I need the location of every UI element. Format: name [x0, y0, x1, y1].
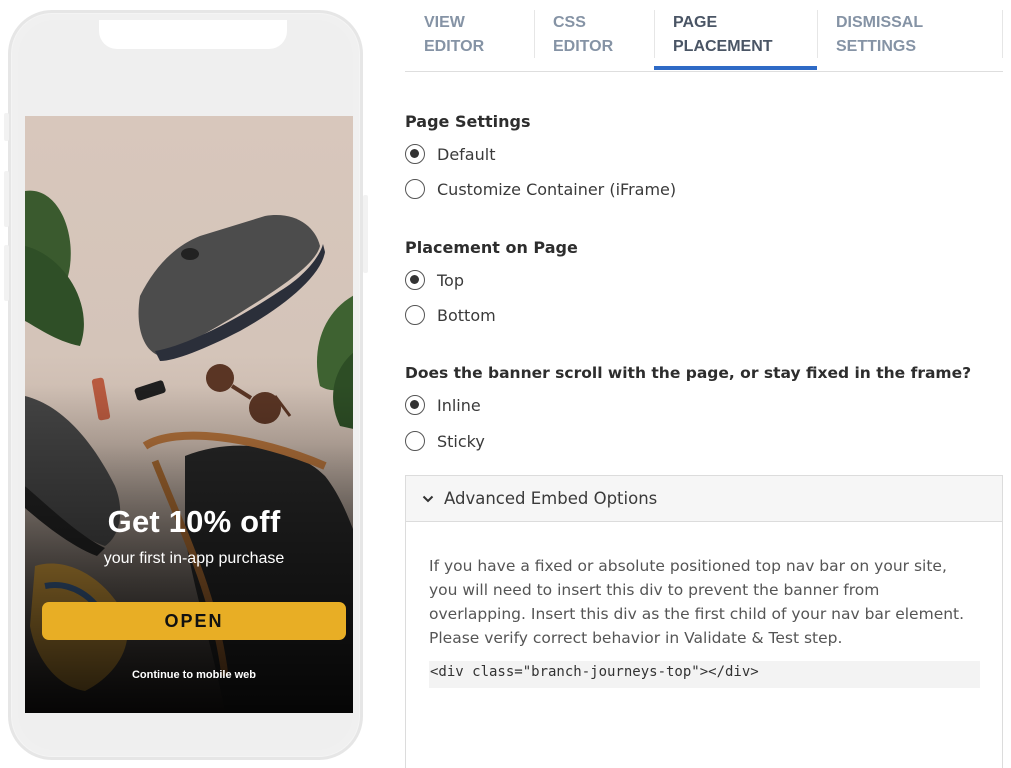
active-tab-indicator	[654, 66, 817, 70]
tab-view-editor[interactable]: VIEW EDITOR	[405, 10, 534, 71]
radio-option-bottom[interactable]: Bottom	[405, 304, 496, 326]
placement-label: Placement on Page	[405, 238, 578, 257]
advanced-embed-body: If you have a fixed or absolute position…	[406, 522, 1002, 688]
radio-button[interactable]	[405, 270, 425, 290]
radio-button[interactable]	[405, 395, 425, 415]
radio-option-default[interactable]: Default	[405, 143, 495, 165]
radio-button[interactable]	[405, 144, 425, 164]
radio-option-inline[interactable]: Inline	[405, 394, 481, 416]
radio-option-top[interactable]: Top	[405, 269, 464, 291]
advanced-embed-description: If you have a fixed or absolute position…	[429, 557, 965, 647]
open-app-button[interactable]: OPEN	[42, 602, 346, 640]
tab-dismissal-settings[interactable]: DISMISSAL SETTINGS	[817, 10, 1002, 71]
radio-label: Bottom	[437, 305, 496, 325]
continue-mobile-web-link[interactable]: Continue to mobile web	[25, 669, 353, 681]
tab-label-line: VIEW	[424, 14, 465, 31]
radio-option-sticky[interactable]: Sticky	[405, 430, 485, 452]
page-settings-label: Page Settings	[405, 112, 531, 131]
radio-option-customize-container[interactable]: Customize Container (iFrame)	[405, 178, 676, 200]
tab-label-line: EDITOR	[424, 38, 485, 55]
phone-screen-frame: Get 10% off your first in-app purchase O…	[18, 20, 353, 750]
scroll-behavior-label: Does the banner scroll with the page, or…	[405, 364, 972, 382]
radio-button[interactable]	[405, 431, 425, 451]
tab-css-editor[interactable]: CSS EDITOR	[534, 10, 654, 71]
radio-button[interactable]	[405, 305, 425, 325]
radio-label: Customize Container (iFrame)	[437, 179, 677, 199]
tab-label-line: EDITOR	[553, 38, 614, 55]
radio-label: Default	[437, 144, 496, 164]
tab-label-line: CSS	[553, 14, 586, 31]
embed-code-snippet[interactable]: <div class="branch-journeys-top"></div>	[429, 661, 980, 688]
phone-side-button	[363, 195, 368, 273]
phone-preview: Get 10% off your first in-app purchase O…	[4, 10, 368, 760]
radio-label: Top	[437, 270, 464, 290]
promo-subtitle: your first in-app purchase	[103, 550, 285, 567]
radio-label: Sticky	[437, 431, 485, 451]
chevron-down-icon	[422, 495, 434, 502]
phone-notch	[99, 20, 287, 49]
advanced-embed-title: Advanced Embed Options	[444, 489, 658, 508]
tab-label-line: DISMISSAL	[836, 14, 924, 31]
radio-button[interactable]	[405, 179, 425, 199]
tab-label-line: SETTINGS	[836, 38, 917, 55]
editor-tabs: VIEW EDITOR CSS EDITOR PAGE PLACEMENT DI…	[405, 10, 1003, 72]
phone-side-button	[4, 171, 9, 227]
tab-label-line: PLACEMENT	[673, 38, 773, 55]
banner-preview: Get 10% off your first in-app purchase O…	[25, 116, 353, 713]
tab-divider	[1002, 10, 1003, 58]
tab-page-placement[interactable]: PAGE PLACEMENT	[654, 10, 817, 71]
advanced-embed-panel: Advanced Embed Options If you have a fix…	[405, 475, 1003, 768]
tab-label-line: PAGE	[673, 14, 718, 31]
radio-label: Inline	[437, 395, 481, 415]
promo-title: Get 10% off	[107, 504, 281, 539]
advanced-embed-toggle[interactable]: Advanced Embed Options	[406, 476, 1002, 522]
phone-side-button	[4, 113, 9, 141]
phone-side-button	[4, 245, 9, 301]
